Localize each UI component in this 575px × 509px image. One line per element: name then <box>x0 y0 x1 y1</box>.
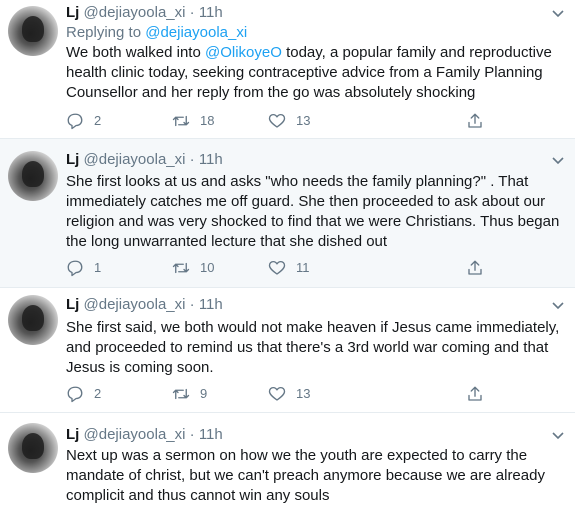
retweet-count: 10 <box>200 260 215 275</box>
display-name[interactable]: Lj <box>66 151 79 168</box>
mention-link[interactable]: @OlikoyeO <box>205 44 282 61</box>
timestamp[interactable]: 11h <box>199 426 223 443</box>
like-count: 13 <box>296 113 311 128</box>
separator: · <box>189 4 195 21</box>
like-count: 13 <box>296 386 311 401</box>
like-button[interactable]: 11 <box>268 258 310 278</box>
retweet-icon <box>172 262 190 274</box>
avatar[interactable] <box>8 295 58 345</box>
retweet-icon <box>172 115 190 127</box>
display-name[interactable]: Lj <box>66 296 79 313</box>
tweet-text: She first looks at us and asks "who need… <box>66 173 564 250</box>
separator: · <box>189 296 195 313</box>
tweet[interactable]: Lj @dejiayoola_xi · 11h She first said, … <box>0 288 575 412</box>
retweet-button[interactable]: 9 <box>172 384 207 404</box>
tweet[interactable]: Lj @dejiayoola_xi · 11h Next up was a se… <box>0 413 575 509</box>
like-button[interactable]: 13 <box>268 111 310 131</box>
user-handle[interactable]: @dejiayoola_xi <box>84 4 186 21</box>
retweet-button[interactable]: 18 <box>172 111 214 131</box>
heart-icon <box>268 113 286 128</box>
share-icon <box>468 260 482 275</box>
tweet-actions: 2 9 13 <box>66 384 506 404</box>
heart-icon <box>268 386 286 401</box>
tweet[interactable]: Lj @dejiayoola_xi · 11h Replying to @dej… <box>0 0 575 138</box>
replying-to: Replying to @dejiayoola_xi <box>66 23 247 43</box>
user-handle[interactable]: @dejiayoola_xi <box>84 296 186 313</box>
user-handle[interactable]: @dejiayoola_xi <box>84 151 186 168</box>
like-count: 11 <box>296 260 310 275</box>
reply-icon <box>67 260 83 277</box>
reply-count: 2 <box>94 386 102 401</box>
reply-count: 1 <box>94 260 102 275</box>
tweet[interactable]: Lj @dejiayoola_xi · 11h She first looks … <box>0 139 575 287</box>
tweet-text: She first said, we both would not make h… <box>66 319 564 376</box>
user-handle[interactable]: @dejiayoola_xi <box>84 426 186 443</box>
retweet-button[interactable]: 10 <box>172 258 214 278</box>
tweet-text: We both walked into @OlikoyeO today, a p… <box>66 43 566 103</box>
chevron-down-icon[interactable] <box>551 6 565 20</box>
chevron-down-icon[interactable] <box>551 428 565 442</box>
display-name[interactable]: Lj <box>66 426 79 443</box>
replying-to-link[interactable]: @dejiayoola_xi <box>145 24 247 41</box>
share-button[interactable] <box>466 258 494 278</box>
reply-button[interactable]: 2 <box>66 111 101 131</box>
reply-button[interactable]: 1 <box>66 258 101 278</box>
like-button[interactable]: 13 <box>268 384 310 404</box>
share-button[interactable] <box>466 384 494 404</box>
heart-icon <box>268 260 286 275</box>
share-icon <box>468 386 482 401</box>
display-name[interactable]: Lj <box>66 4 79 21</box>
reply-count: 2 <box>94 113 102 128</box>
separator: · <box>189 426 195 443</box>
share-button[interactable] <box>466 111 494 131</box>
timestamp[interactable]: 11h <box>199 296 223 313</box>
timestamp[interactable]: 11h <box>199 151 223 168</box>
tweet-actions: 1 10 11 <box>66 258 506 278</box>
tweet-header: Lj @dejiayoola_xi · 11h <box>66 295 223 315</box>
tweet-actions: 2 18 13 <box>66 111 506 131</box>
tweet-header: Lj @dejiayoola_xi · 11h <box>66 3 223 23</box>
replying-prefix: Replying to <box>66 24 146 41</box>
share-icon <box>468 113 482 128</box>
chevron-down-icon[interactable] <box>551 153 565 167</box>
tweet-header: Lj @dejiayoola_xi · 11h <box>66 425 223 445</box>
retweet-count: 18 <box>200 113 215 128</box>
chevron-down-icon[interactable] <box>551 298 565 312</box>
retweet-icon <box>172 388 190 400</box>
reply-icon <box>67 386 83 403</box>
timestamp[interactable]: 11h <box>199 4 223 21</box>
tweet-text-before: We both walked into <box>66 44 205 61</box>
reply-icon <box>67 113 83 130</box>
avatar[interactable] <box>8 151 58 201</box>
avatar[interactable] <box>8 423 58 473</box>
avatar[interactable] <box>8 6 58 56</box>
separator: · <box>189 151 195 168</box>
tweet-header: Lj @dejiayoola_xi · 11h <box>66 150 223 170</box>
retweet-count: 9 <box>200 386 208 401</box>
tweet-text: Next up was a sermon on how we the youth… <box>66 447 550 504</box>
reply-button[interactable]: 2 <box>66 384 101 404</box>
